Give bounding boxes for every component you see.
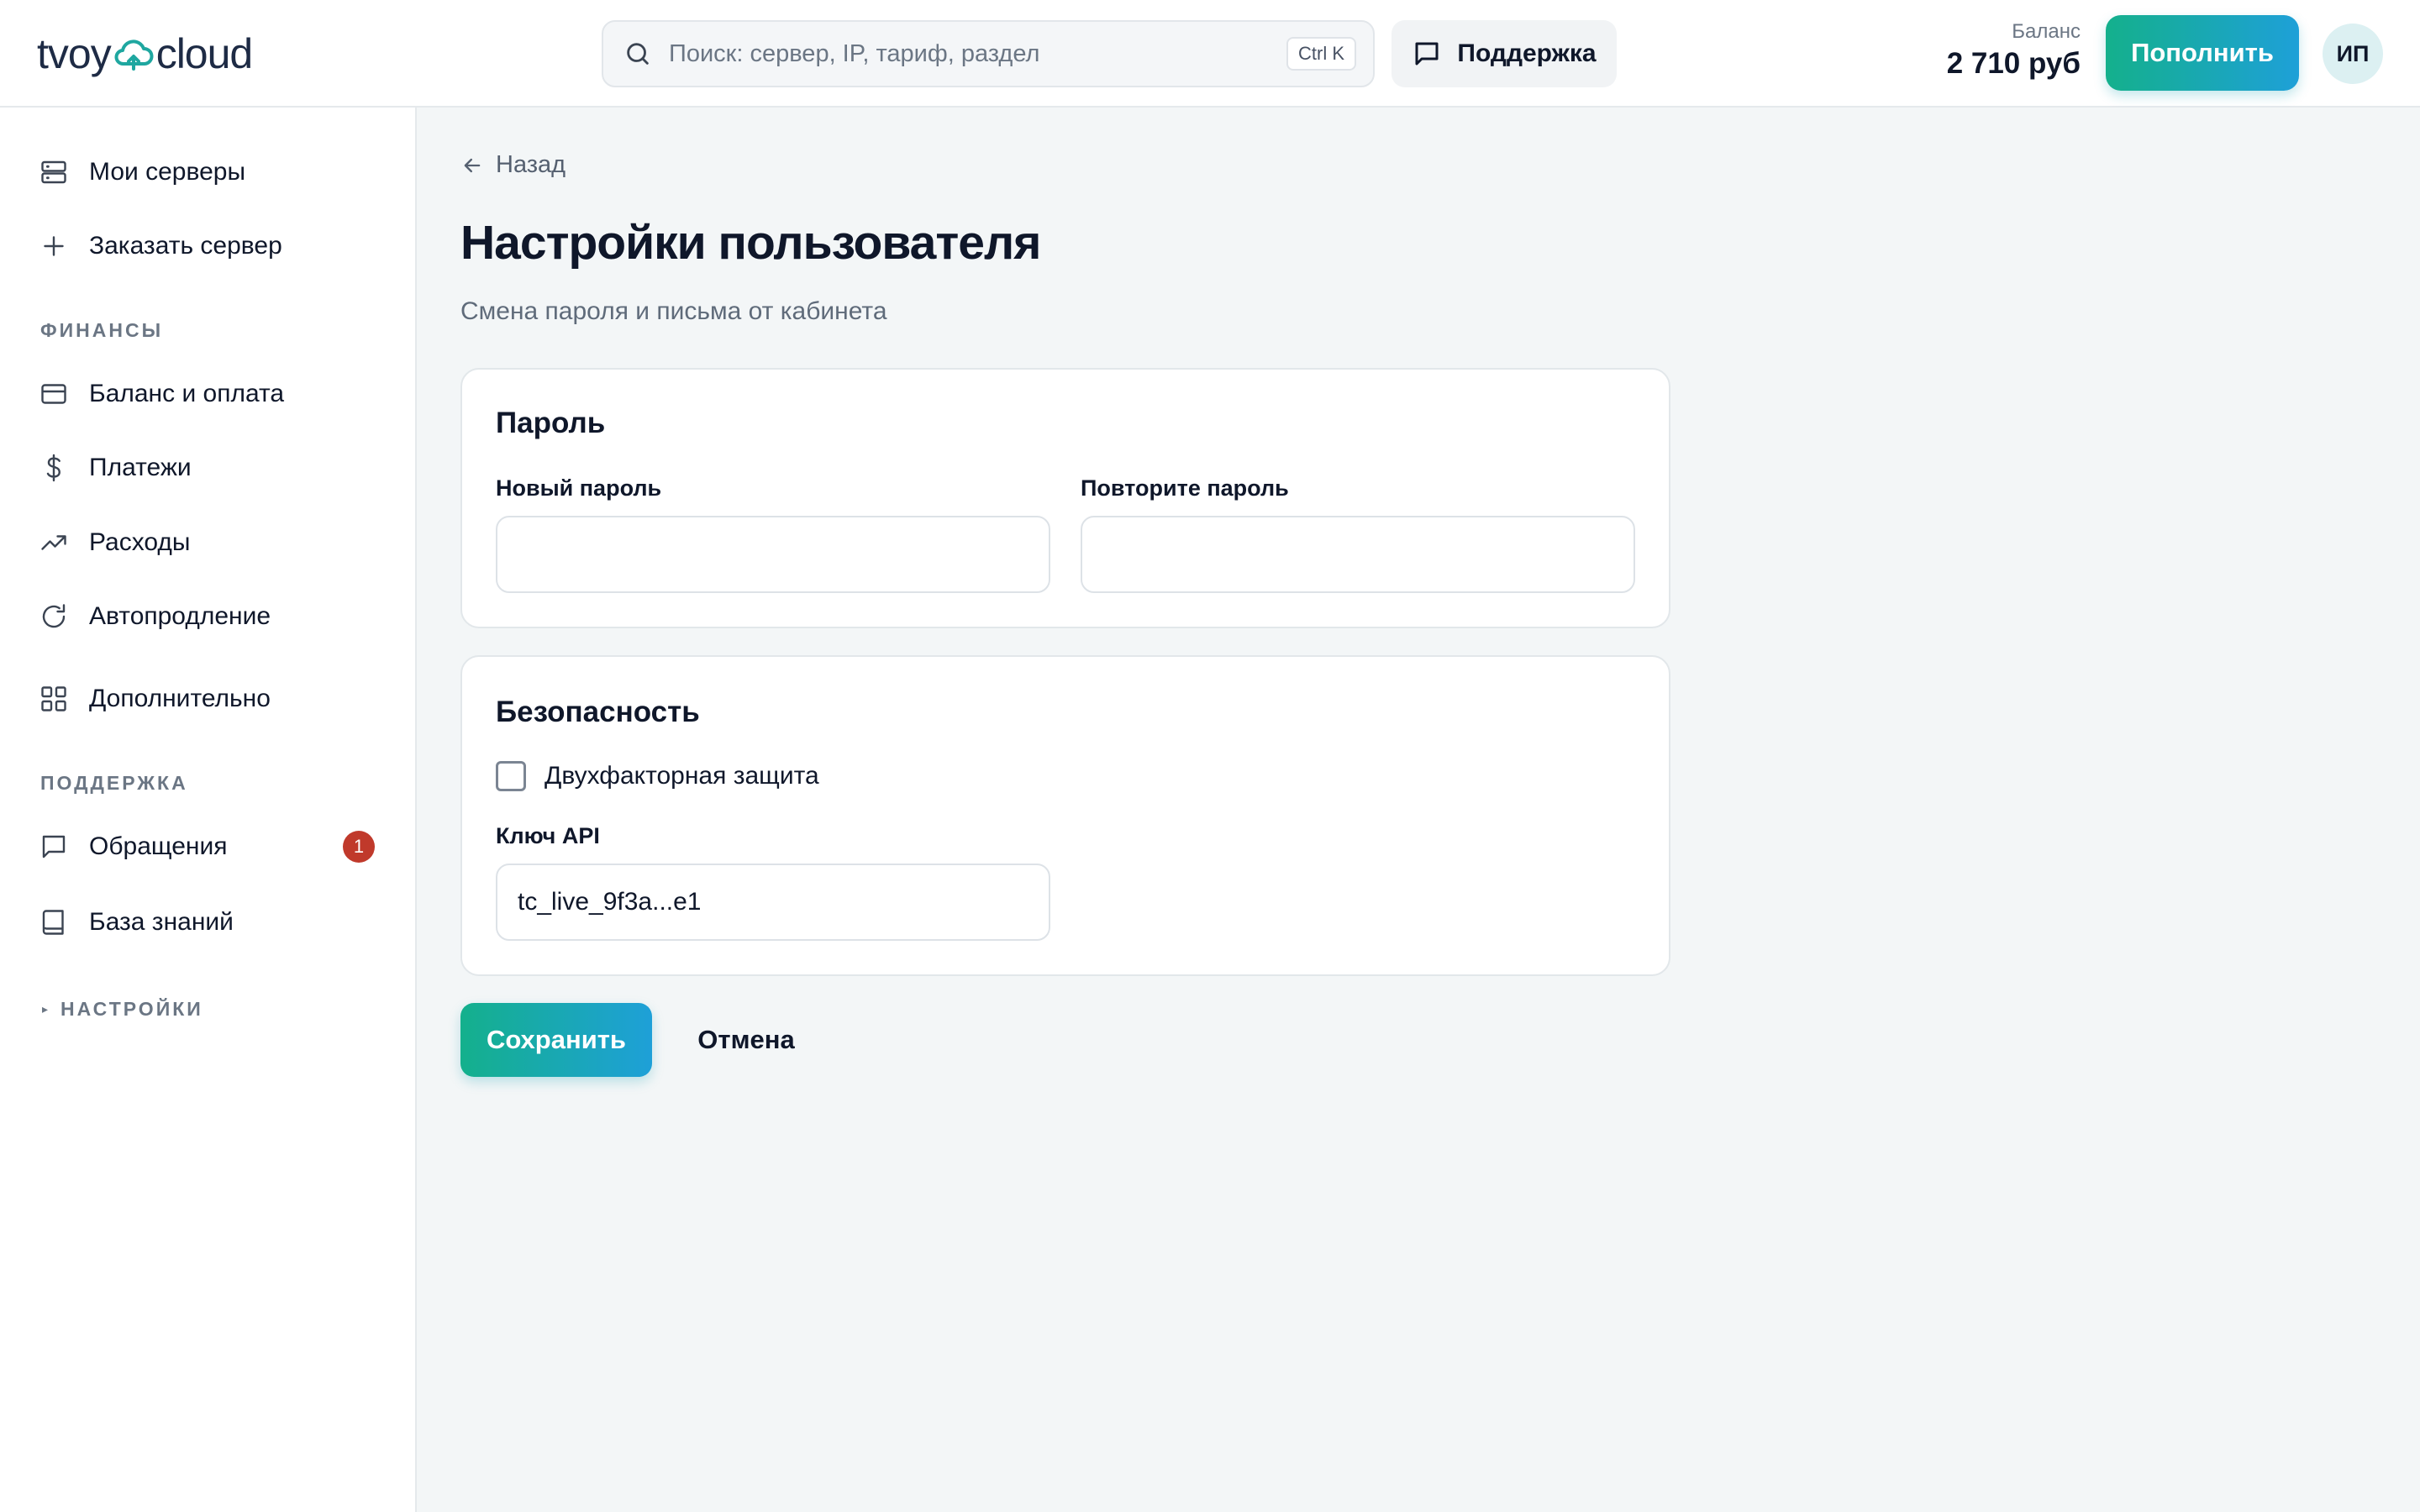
sidebar-item-label: База знаний xyxy=(89,908,234,936)
two-factor-label: Двухфакторная защита xyxy=(544,762,819,790)
password-card-title: Пароль xyxy=(496,407,606,439)
api-key-field[interactable] xyxy=(496,864,1050,941)
sidebar: Мои серверы Заказать сервер ФИНАНСЫ Бала… xyxy=(0,108,417,1512)
sidebar-item-label: Мои серверы xyxy=(89,158,246,186)
grid-icon xyxy=(41,686,66,711)
balance-value: 2 710 руб xyxy=(1946,47,2081,80)
balance-label: Баланс xyxy=(2012,20,2081,43)
topup-button[interactable]: Пополнить xyxy=(2106,15,2299,91)
cloud-logo-icon xyxy=(114,39,154,71)
search-shortcut-hint: Ctrl K xyxy=(1286,37,1356,71)
search-input[interactable] xyxy=(669,39,1286,68)
avatar[interactable]: ИП xyxy=(2323,24,2383,84)
plus-icon xyxy=(44,236,64,256)
security-card-title: Безопасность xyxy=(496,696,700,728)
sidebar-item-label: Платежи xyxy=(89,454,192,481)
api-key-label: Ключ API xyxy=(496,823,600,848)
logo[interactable]: tvoy cloud xyxy=(37,29,254,79)
two-factor-checkbox[interactable] xyxy=(496,761,526,791)
sidebar-section-finance: ФИНАНСЫ xyxy=(40,319,164,341)
book-icon xyxy=(42,910,64,935)
two-factor-toggle[interactable]: Двухфакторная защита xyxy=(496,761,819,791)
sidebar-item-expenses[interactable]: Расходы xyxy=(39,517,383,568)
trending-up-icon xyxy=(41,535,66,550)
page-title: Настройки пользователя xyxy=(460,216,1041,270)
message-icon xyxy=(1415,42,1439,66)
sidebar-item-my-servers[interactable]: Мои серверы xyxy=(39,147,383,197)
credit-card-icon xyxy=(41,384,66,404)
cancel-button[interactable]: Отмена xyxy=(672,1003,820,1077)
support-button[interactable]: Поддержка xyxy=(1392,20,1617,87)
password-card: Пароль Новый пароль Повторите пароль xyxy=(460,368,1670,628)
sidebar-item-balance[interactable]: Баланс и оплата xyxy=(39,369,383,419)
search-icon xyxy=(627,43,649,65)
security-card: Безопасность Двухфакторная защита Ключ A… xyxy=(460,655,1670,976)
sidebar-item-knowledge-base[interactable]: База знаний xyxy=(39,897,383,948)
sidebar-section-settings-label: НАСТРОЙКИ xyxy=(60,998,203,1020)
sidebar-section-settings[interactable]: ▸ НАСТРОЙКИ xyxy=(42,998,203,1021)
back-link-label: Назад xyxy=(496,151,566,178)
notification-badge: 1 xyxy=(343,831,375,863)
search-bar[interactable]: Ctrl K xyxy=(602,20,1375,87)
new-password-label: Новый пароль xyxy=(496,475,662,501)
top-header: tvoy cloud Ctrl K Поддержка Баланс 2 710… xyxy=(0,0,2420,108)
sidebar-item-label: Обращения xyxy=(89,832,228,860)
sidebar-item-label: Заказать сервер xyxy=(89,232,282,260)
sidebar-item-additional[interactable]: Дополнительно xyxy=(39,674,383,724)
sidebar-item-autorenew[interactable]: Автопродление xyxy=(39,591,383,642)
sidebar-item-tickets[interactable]: Обращения 1 xyxy=(39,822,383,872)
balance-display: Баланс 2 710 руб xyxy=(1947,20,2081,81)
dollar-icon xyxy=(46,454,60,482)
back-link[interactable]: Назад xyxy=(460,151,566,179)
message-icon xyxy=(42,835,66,858)
sidebar-item-label: Дополнительно xyxy=(89,685,271,712)
arrow-left-icon xyxy=(464,158,481,172)
new-password-field[interactable] xyxy=(496,516,1050,593)
sidebar-item-label: Автопродление xyxy=(89,602,271,630)
repeat-password-label: Повторите пароль xyxy=(1081,475,1289,501)
sidebar-item-label: Расходы xyxy=(89,528,191,556)
logo-text-right: cloud xyxy=(155,30,254,77)
sidebar-item-label: Баланс и оплата xyxy=(89,380,285,407)
refresh-icon xyxy=(42,604,66,628)
save-button[interactable]: Сохранить xyxy=(460,1003,652,1077)
caret-right-icon: ▸ xyxy=(42,1002,51,1016)
sidebar-item-order-server[interactable]: Заказать сервер xyxy=(39,221,383,271)
logo-text-left: tvoy xyxy=(37,30,112,77)
sidebar-item-payments[interactable]: Платежи xyxy=(39,443,383,493)
server-icon xyxy=(41,160,66,184)
sidebar-section-support: ПОДДЕРЖКА xyxy=(40,772,188,794)
page-subtitle: Смена пароля и письма от кабинета xyxy=(460,297,887,325)
support-button-label: Поддержка xyxy=(1457,39,1597,67)
repeat-password-field[interactable] xyxy=(1081,516,1635,593)
